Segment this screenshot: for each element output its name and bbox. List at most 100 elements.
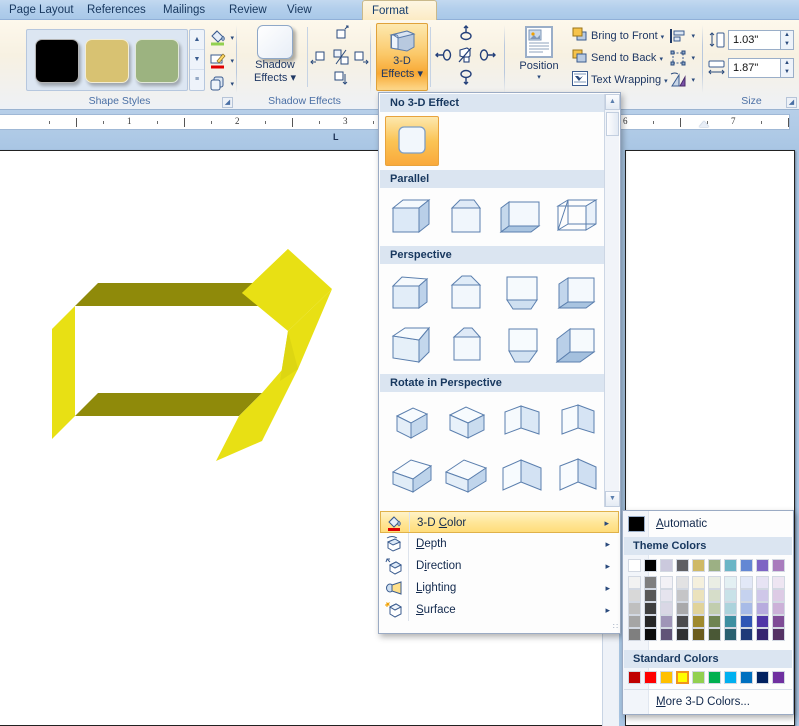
theme-color-swatch-4-1[interactable]	[692, 576, 705, 589]
gallery-scrollbar[interactable]: ▲ ▼	[604, 94, 620, 507]
theme-color-swatch-2-4[interactable]	[660, 615, 673, 628]
ribbon-tab-review[interactable]: Review	[220, 1, 278, 20]
three-d-effects-button[interactable]: 3-D Effects ▾	[376, 23, 428, 91]
theme-color-swatch-3-2[interactable]	[676, 589, 689, 602]
standard-color-swatch-8[interactable]	[756, 671, 769, 684]
theme-color-swatch-3-3[interactable]	[676, 602, 689, 615]
gallery-scroll-up-button[interactable]: ▲	[605, 94, 620, 110]
theme-color-swatch-7-4[interactable]	[740, 615, 753, 628]
three-d-on-off-button[interactable]	[456, 46, 474, 66]
theme-color-swatch-3-0[interactable]	[676, 559, 689, 572]
standard-color-swatch-5[interactable]	[708, 671, 721, 684]
more-3d-colors-row[interactable]: More 3-D Colors...	[624, 691, 792, 713]
gallery-item-3-7[interactable]	[550, 448, 604, 498]
theme-color-swatch-4-4[interactable]	[692, 615, 705, 628]
send-to-back-caret[interactable]: ▾	[659, 56, 663, 63]
theme-color-swatch-5-3[interactable]	[708, 602, 721, 615]
nudge-shadow-down-button[interactable]	[333, 70, 349, 88]
theme-color-swatch-1-4[interactable]	[644, 615, 657, 628]
theme-color-swatch-0-1[interactable]	[628, 576, 641, 589]
theme-color-swatch-5-0[interactable]	[708, 559, 721, 572]
gallery-item-2-0[interactable]	[385, 268, 439, 318]
standard-color-swatch-1[interactable]	[644, 671, 657, 684]
rotate-caret[interactable]: ▾	[691, 76, 695, 84]
menu-item-lighting[interactable]: Lighting ▸	[380, 577, 619, 599]
gallery-item-3-0[interactable]	[385, 396, 439, 446]
theme-color-swatch-5-2[interactable]	[708, 589, 721, 602]
gallery-item-3-5[interactable]	[440, 448, 494, 498]
theme-color-swatch-8-1[interactable]	[756, 576, 769, 589]
theme-color-swatch-2-2[interactable]	[660, 589, 673, 602]
theme-color-swatch-9-5[interactable]	[772, 628, 785, 641]
shape-height-input[interactable]: 1.03"	[728, 30, 781, 50]
theme-color-swatch-2-5[interactable]	[660, 628, 673, 641]
theme-color-swatch-9-2[interactable]	[772, 589, 785, 602]
theme-color-swatch-2-3[interactable]	[660, 602, 673, 615]
theme-color-swatch-8-5[interactable]	[756, 628, 769, 641]
bring-to-front-caret[interactable]: ▾	[661, 34, 665, 41]
height-spin-up[interactable]: ▲	[781, 31, 793, 40]
gallery-item-2-7[interactable]	[550, 320, 604, 370]
theme-color-swatch-8-4[interactable]	[756, 615, 769, 628]
theme-color-swatch-0-5[interactable]	[628, 628, 641, 641]
three-d-caret[interactable]: ▾	[417, 68, 423, 80]
size-dialog-launcher[interactable]: ◢	[786, 97, 797, 108]
shape-width-spinner[interactable]: ▲ ▼	[781, 58, 794, 78]
theme-color-swatch-6-1[interactable]	[724, 576, 737, 589]
theme-color-swatch-9-0[interactable]	[772, 559, 785, 572]
gallery-item-0-0[interactable]	[385, 116, 439, 166]
gallery-item-1-1[interactable]	[440, 192, 494, 242]
automatic-color-row[interactable]: Automatic	[624, 512, 792, 536]
gallery-item-1-0[interactable]	[385, 192, 439, 242]
standard-color-swatch-3[interactable]	[676, 671, 689, 684]
indent-marker[interactable]	[699, 121, 709, 127]
menu-item-surface[interactable]: Surface ▸	[380, 599, 619, 621]
nudge-shadow-right-button[interactable]	[353, 49, 369, 67]
standard-color-swatch-2[interactable]	[660, 671, 673, 684]
gallery-scroll-down-button[interactable]: ▼	[605, 491, 620, 507]
theme-color-swatch-7-0[interactable]	[740, 559, 753, 572]
shape-styles-scroll[interactable]: ▲ ▼ ≡	[189, 29, 205, 91]
shape-style-swatch-1[interactable]	[85, 39, 129, 83]
theme-color-swatch-1-2[interactable]	[644, 589, 657, 602]
ribbon-tab-format[interactable]: Format	[362, 0, 437, 21]
theme-color-swatch-3-4[interactable]	[676, 615, 689, 628]
rotate-button[interactable]: ▾	[668, 70, 698, 90]
ribbon-tab-references[interactable]: References	[78, 1, 154, 20]
theme-color-swatch-3-5[interactable]	[676, 628, 689, 641]
height-spin-down[interactable]: ▼	[781, 40, 793, 49]
text-wrapping-button[interactable]: Text Wrapping ▾	[572, 70, 668, 90]
shape-width-input[interactable]: 1.87"	[728, 58, 781, 78]
theme-color-swatch-6-2[interactable]	[724, 589, 737, 602]
menu-item-depth[interactable]: Depth ▸	[380, 533, 619, 555]
nudge-shadow-up-button[interactable]	[333, 25, 349, 43]
theme-color-swatch-1-3[interactable]	[644, 602, 657, 615]
theme-color-swatch-0-3[interactable]	[628, 602, 641, 615]
theme-color-swatch-6-3[interactable]	[724, 602, 737, 615]
bring-to-front-button[interactable]: Bring to Front ▾	[572, 26, 664, 46]
position-caret[interactable]: ▾	[512, 73, 566, 81]
group-button[interactable]: ▾	[668, 48, 698, 68]
shape-effects-caret[interactable]: ▾	[230, 80, 234, 88]
align-button[interactable]: ▾	[668, 26, 698, 46]
tilt-down-button[interactable]	[458, 69, 474, 87]
shape-fill-caret[interactable]: ▾	[230, 34, 234, 42]
gallery-item-3-2[interactable]	[495, 396, 549, 446]
gallery-item-2-1[interactable]	[440, 268, 494, 318]
theme-color-swatch-8-3[interactable]	[756, 602, 769, 615]
gallery-scroll-up[interactable]: ▲	[190, 30, 204, 50]
shadow-effects-button[interactable]: Shadow Effects ▾	[244, 25, 306, 87]
resize-grip[interactable]: ∷	[613, 622, 618, 631]
position-button[interactable]: Position ▾	[512, 24, 566, 90]
menu-item-direction[interactable]: Direction ▸	[380, 555, 619, 577]
gallery-scroll-thumb[interactable]	[606, 112, 619, 136]
gallery-item-2-2[interactable]	[495, 268, 549, 318]
ribbon-tab-view[interactable]: View	[278, 1, 326, 20]
shape-outline-caret[interactable]: ▾	[230, 57, 234, 65]
shadow-on-off-button[interactable]	[332, 48, 350, 68]
theme-color-swatch-6-0[interactable]	[724, 559, 737, 572]
gallery-item-3-1[interactable]	[440, 396, 494, 446]
theme-color-swatch-2-1[interactable]	[660, 576, 673, 589]
theme-color-swatch-4-5[interactable]	[692, 628, 705, 641]
theme-color-swatch-4-2[interactable]	[692, 589, 705, 602]
